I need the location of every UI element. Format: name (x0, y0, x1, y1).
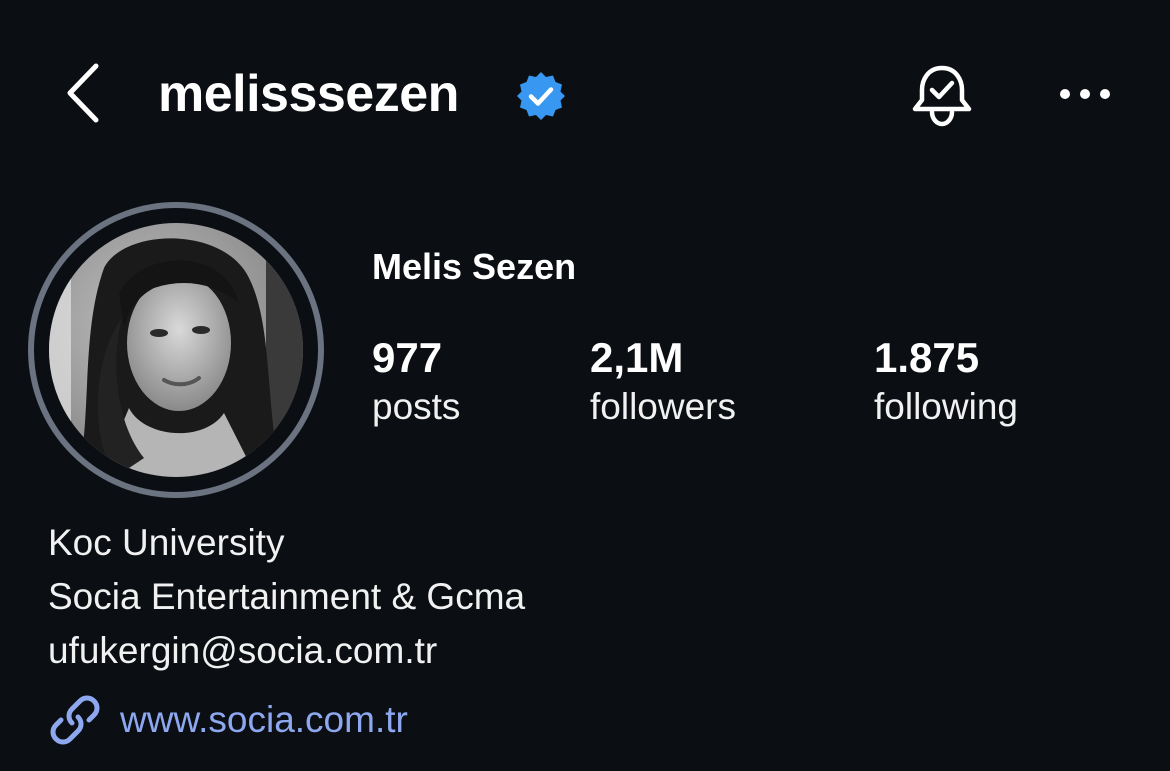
posts-count: 977 (372, 334, 443, 381)
followers-label: followers (590, 386, 736, 427)
posts-stat[interactable]: 977 posts (372, 334, 460, 432)
back-button[interactable] (58, 58, 108, 128)
chevron-left-icon (67, 63, 99, 123)
bio-line-university: Koc University (48, 522, 285, 563)
profile-full-name: Melis Sezen (372, 246, 577, 287)
bell-check-icon (912, 65, 972, 127)
more-horizontal-icon (1060, 89, 1110, 99)
profile-page: melisssezen Melis Sezen 977 posts 2,1M f… (0, 0, 1170, 771)
verified-badge-icon (515, 70, 567, 122)
bio-line-email[interactable]: ufukergin@socia.com.tr (48, 624, 525, 678)
profile-bio: Koc University Socia Entertainment & Gcm… (48, 516, 525, 678)
followers-stat[interactable]: 2,1M followers (590, 334, 736, 432)
following-label: following (874, 386, 1018, 427)
profile-website-link[interactable]: www.socia.com.tr (48, 690, 408, 750)
website-link-text[interactable]: www.socia.com.tr (120, 693, 408, 747)
more-options-button[interactable] (1058, 80, 1112, 108)
bio-line-agency: Socia Entertainment & Gcma (48, 576, 526, 617)
followers-count: 2,1M (590, 334, 684, 381)
notifications-bell-button[interactable] (908, 62, 976, 130)
following-stat[interactable]: 1.875 following (874, 334, 1018, 432)
profile-username: melisssezen (158, 65, 459, 123)
profile-avatar[interactable] (28, 202, 324, 498)
posts-label: posts (372, 386, 461, 427)
link-icon (50, 695, 100, 745)
following-count: 1.875 (874, 334, 980, 381)
